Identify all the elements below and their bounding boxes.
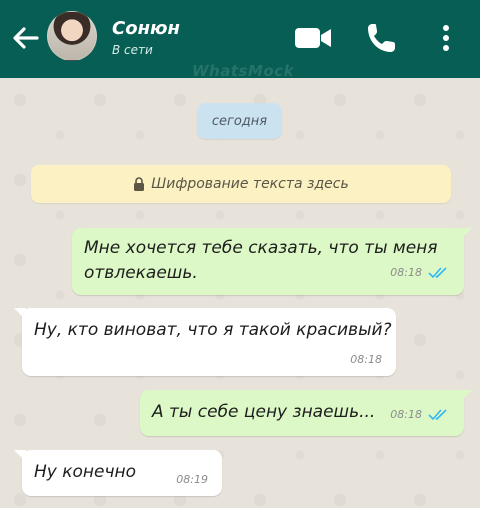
message-time: 08:18 <box>390 266 422 279</box>
message-time: 08:19 <box>176 473 208 486</box>
video-camera-icon[interactable] <box>294 26 332 50</box>
message-bubble-outgoing[interactable]: Мне хочется тебе сказать, что ты меня от… <box>72 228 472 295</box>
phone-icon[interactable] <box>366 22 396 54</box>
back-arrow-icon[interactable] <box>10 24 40 52</box>
message-bubble-incoming[interactable]: Ну конечно 08:19 <box>14 450 222 496</box>
message-text: Ну конечно <box>34 462 137 482</box>
watermark: WhatsMock <box>192 62 295 80</box>
read-ticks-icon <box>428 409 447 421</box>
message-bubble-incoming[interactable]: Ну, кто виноват, что я такой красивый? 0… <box>14 308 396 376</box>
read-ticks-icon <box>428 267 447 279</box>
bubble-tail <box>460 390 472 402</box>
contact-status: В сети <box>112 43 153 57</box>
message-text: Ну, кто виноват, что я такой красивый? <box>34 320 392 340</box>
date-separator: сегодня <box>197 103 282 139</box>
bubble-tail <box>14 450 26 462</box>
encryption-notice[interactable]: Шифрование текста здесь <box>31 165 451 203</box>
contact-avatar[interactable] <box>47 11 97 61</box>
message-bubble-outgoing[interactable]: А ты себе цену знаешь... 08:18 <box>140 390 472 436</box>
message-time: 08:18 <box>390 408 422 421</box>
message-text: А ты себе цену знаешь... <box>152 402 376 422</box>
more-vert-icon[interactable] <box>436 22 456 54</box>
bubble-tail <box>14 308 26 320</box>
message-text: Мне хочется тебе сказать, что ты меня <box>84 238 438 258</box>
encryption-notice-text: Шифрование текста здесь <box>151 176 349 192</box>
bubble-tail <box>460 228 472 240</box>
message-time: 08:18 <box>350 353 382 366</box>
chat-header: Сонюн В сети WhatsMock <box>0 0 480 80</box>
lock-icon <box>134 177 145 191</box>
message-text: отвлекаешь. <box>84 263 198 283</box>
contact-name[interactable]: Сонюн <box>112 18 180 39</box>
